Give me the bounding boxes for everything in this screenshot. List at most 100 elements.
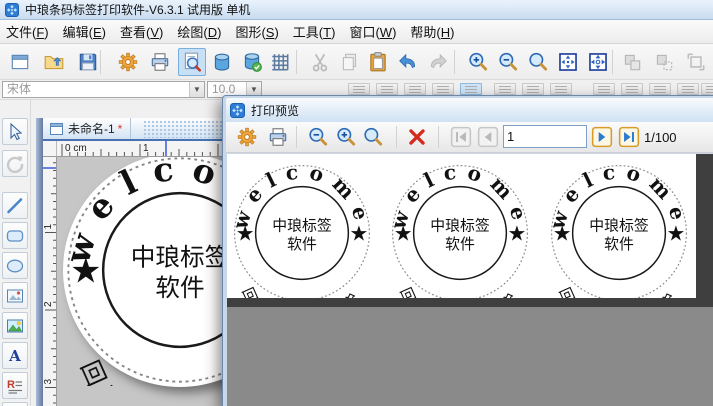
align-more-button: [707, 48, 713, 76]
format-tool-icon[interactable]: [677, 83, 699, 95]
zoom-out-button[interactable]: [494, 48, 522, 76]
line-tool-button[interactable]: [2, 192, 28, 219]
tool-palette: AR: [0, 100, 31, 406]
cut-button: [306, 48, 334, 76]
fit-window-button[interactable]: [554, 48, 582, 76]
zoom-in-button[interactable]: [333, 124, 359, 150]
grid-settings-button[interactable]: [266, 48, 294, 76]
svg-text:中琅标签: 中琅标签: [272, 216, 332, 234]
zoom-icon: [527, 51, 549, 73]
toolbar-separator: [396, 126, 397, 148]
zoom-out-button[interactable]: [305, 124, 331, 150]
rounded-rect-tool-button[interactable]: [2, 222, 28, 249]
format-tool-icon[interactable]: [593, 83, 615, 95]
format-tool-icon[interactable]: [404, 83, 426, 95]
format-tool-icon[interactable]: [460, 83, 482, 95]
format-tool-icon[interactable]: [701, 83, 713, 95]
database-connect-button[interactable]: [238, 48, 266, 76]
svg-text:中琅标签: 中琅标签: [589, 216, 649, 234]
format-tool-icon[interactable]: [621, 83, 643, 95]
document-window-border: [36, 118, 43, 406]
zoom-out-icon: [307, 126, 329, 148]
toolbar-separator: [454, 50, 455, 74]
print-preview-button[interactable]: [178, 48, 206, 76]
page-setup-button[interactable]: [234, 124, 260, 150]
open-file-button[interactable]: [40, 48, 68, 76]
shape-tool-button[interactable]: [2, 402, 28, 406]
next-page-button[interactable]: [589, 124, 615, 150]
preview-page: welcome回馈最珍贵的客户★★中琅标签软件 welcome回馈最珍贵的客户★★…: [227, 154, 696, 298]
print-button[interactable]: [265, 124, 291, 150]
format-tool-icon[interactable]: [550, 83, 572, 95]
print-button[interactable]: [146, 48, 174, 76]
svg-text:★: ★: [394, 222, 413, 245]
paste-button[interactable]: [364, 48, 392, 76]
copy-button: [336, 48, 364, 76]
format-tool-icon[interactable]: [494, 83, 516, 95]
menu-d[interactable]: 绘图(D): [173, 20, 225, 43]
align-button: [682, 48, 710, 76]
menu-w[interactable]: 窗口(W): [345, 20, 400, 43]
menu-e[interactable]: 编辑(E): [59, 20, 110, 43]
menu-s[interactable]: 图形(S): [231, 20, 282, 43]
rich-text-tool-button[interactable]: R: [2, 372, 28, 399]
svg-text:回馈最珍贵的客户: 回馈最珍贵的客户: [396, 285, 523, 298]
settings-button[interactable]: [114, 48, 142, 76]
title-bar: 中琅条码标签打印软件-V6.3.1 试用版 单机: [0, 0, 713, 20]
save-icon: [77, 51, 99, 73]
prev-page-icon: [477, 126, 499, 148]
format-tool-icon[interactable]: [432, 83, 454, 95]
text-tool-icon: A: [5, 346, 25, 366]
close-preview-button[interactable]: [404, 124, 430, 150]
stamp-label-preview: welcome回馈最珍贵的客户★★中琅标签软件: [232, 163, 372, 298]
text-tool-button[interactable]: A: [2, 342, 28, 369]
zoom-in-icon: [335, 126, 357, 148]
fit-window-icon: [557, 51, 579, 73]
undo-button[interactable]: [394, 48, 422, 76]
page-number-input[interactable]: [503, 125, 587, 148]
new-document-button[interactable]: [6, 48, 34, 76]
font-family-combo[interactable]: 宋体 ▼: [2, 81, 205, 98]
group-icon: [621, 51, 643, 73]
zoom-button[interactable]: [360, 124, 386, 150]
page-indicator: 1/100: [644, 130, 677, 145]
vertical-ruler: 123: [43, 157, 57, 406]
toolbar-separator: [438, 126, 439, 148]
dialog-title: 打印预览: [251, 102, 299, 119]
picture-tool-button[interactable]: [2, 312, 28, 339]
stamp-label-preview: welcome回馈最珍贵的客户★★中琅标签软件: [549, 163, 689, 298]
ellipse-tool-button[interactable]: [2, 252, 28, 279]
format-tool-icon[interactable]: [348, 83, 370, 95]
chevron-down-icon[interactable]: ▼: [189, 82, 204, 97]
fit-page-button[interactable]: [584, 48, 612, 76]
save-button[interactable]: [74, 48, 102, 76]
zoom-in-button[interactable]: [464, 48, 492, 76]
rounded-rect-tool-icon: [5, 226, 25, 246]
next-page-icon: [591, 126, 613, 148]
page-shadow: [227, 298, 713, 307]
preview-area: welcome回馈最珍贵的客户★★中琅标签软件 welcome回馈最珍贵的客户★★…: [227, 154, 713, 406]
document-tab[interactable]: 未命名-1 *: [43, 118, 131, 139]
database-button[interactable]: [208, 48, 236, 76]
image-tool-button[interactable]: [2, 282, 28, 309]
ungroup-button: [650, 48, 678, 76]
format-tool-icon[interactable]: [522, 83, 544, 95]
align-icon: [685, 51, 707, 73]
zoom-button[interactable]: [524, 48, 552, 76]
redo-button: [424, 48, 452, 76]
svg-text:中琅标签: 中琅标签: [131, 243, 230, 272]
menu-f[interactable]: 文件(F): [2, 20, 53, 43]
menu-v[interactable]: 查看(V): [116, 20, 167, 43]
select-tool-button[interactable]: [2, 118, 28, 145]
window-title: 中琅条码标签打印软件-V6.3.1 试用版 单机: [25, 1, 250, 18]
app-icon: [5, 3, 19, 17]
last-page-button[interactable]: [616, 124, 642, 150]
format-tool-icon[interactable]: [376, 83, 398, 95]
menu-h[interactable]: 帮助(H): [406, 20, 458, 43]
menu-t[interactable]: 工具(T): [289, 20, 340, 43]
svg-text:软件: 软件: [604, 235, 634, 253]
svg-text:软件: 软件: [155, 273, 204, 302]
print-icon: [149, 51, 171, 73]
format-tool-icon[interactable]: [649, 83, 671, 95]
app-icon: [230, 103, 245, 118]
